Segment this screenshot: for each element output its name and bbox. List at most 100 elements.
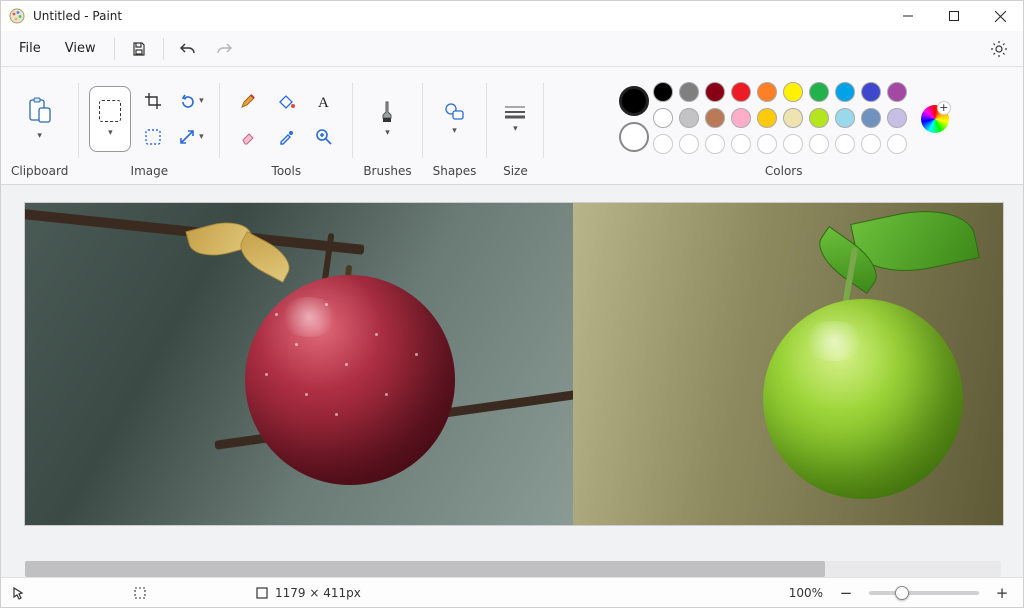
paste-button[interactable]: ▾ <box>19 86 61 152</box>
color-swatch[interactable] <box>809 108 829 128</box>
color-picker-tool[interactable] <box>268 120 304 154</box>
maximize-button[interactable] <box>931 1 977 31</box>
zoom-slider[interactable] <box>869 591 979 595</box>
zoom-in-button[interactable]: + <box>991 584 1013 602</box>
text-tool[interactable]: A <box>306 84 342 118</box>
free-select-button[interactable] <box>135 120 171 154</box>
app-icon <box>9 8 25 24</box>
horizontal-scrollbar[interactable] <box>25 561 1001 577</box>
color-swatch[interactable] <box>679 82 699 102</box>
custom-color-slot[interactable] <box>653 134 673 154</box>
fill-tool[interactable] <box>268 84 304 118</box>
canvas[interactable] <box>25 203 1003 525</box>
shapes-button[interactable]: ▾ <box>437 98 473 140</box>
redo-button[interactable] <box>208 34 240 64</box>
status-cursor-position <box>11 586 121 600</box>
chevron-down-icon: ▾ <box>513 124 518 134</box>
cursor-icon <box>11 586 25 600</box>
window-title: Untitled - Paint <box>33 9 122 23</box>
chevron-down-icon: ▾ <box>108 128 113 138</box>
size-button[interactable]: ▾ <box>497 98 533 140</box>
group-label-shapes: Shapes <box>433 164 477 182</box>
zoom-level: 100% <box>789 586 823 600</box>
color-swatch[interactable] <box>653 108 673 128</box>
group-label-image: Image <box>131 164 169 182</box>
select-rect-icon <box>99 100 121 122</box>
canvas-image-left <box>25 203 573 525</box>
custom-color-slot[interactable] <box>731 134 751 154</box>
close-button[interactable] <box>977 1 1023 31</box>
eraser-tool[interactable] <box>230 120 266 154</box>
select-tool[interactable]: ▾ <box>89 86 131 152</box>
chevron-down-icon: ▾ <box>385 128 390 138</box>
color-swatch[interactable] <box>757 108 777 128</box>
color-1-swatch[interactable] <box>619 86 649 116</box>
color-swatch[interactable] <box>731 82 751 102</box>
chevron-down-icon: ▾ <box>199 132 204 142</box>
edit-colors-button[interactable] <box>921 105 949 133</box>
undo-button[interactable] <box>172 34 204 64</box>
color-swatch[interactable] <box>887 82 907 102</box>
color-swatch[interactable] <box>757 82 777 102</box>
palette-row-custom <box>653 134 909 156</box>
settings-button[interactable] <box>983 34 1015 64</box>
custom-color-slot[interactable] <box>783 134 803 154</box>
workspace <box>1 185 1023 577</box>
group-label-brushes: Brushes <box>363 164 411 182</box>
ribbon: ▾ Clipboard ▾ ▾ <box>1 67 1023 185</box>
palette-row-1 <box>653 82 909 104</box>
color-swatch[interactable] <box>783 82 803 102</box>
save-button[interactable] <box>123 34 155 64</box>
group-image: ▾ ▾ <box>83 73 215 182</box>
canvas-size-icon <box>255 586 269 600</box>
group-label-size: Size <box>503 164 528 182</box>
color-swatch[interactable] <box>861 82 881 102</box>
color-2-swatch[interactable] <box>619 122 649 152</box>
canvas-viewport[interactable] <box>1 185 1023 555</box>
custom-color-slot[interactable] <box>809 134 829 154</box>
menu-separator <box>114 38 115 60</box>
brushes-button[interactable]: ▾ <box>369 98 405 140</box>
chevron-down-icon: ▾ <box>199 96 204 106</box>
menu-bar: File View <box>1 31 1023 67</box>
group-label-tools: Tools <box>272 164 302 182</box>
color-swatch[interactable] <box>809 82 829 102</box>
color-swatch[interactable] <box>731 108 751 128</box>
rotate-button[interactable]: ▾ <box>173 84 209 118</box>
minimize-button[interactable] <box>885 1 931 31</box>
group-tools: A Tools <box>224 73 348 182</box>
selected-colors <box>619 86 649 152</box>
color-swatch[interactable] <box>679 108 699 128</box>
menu-view[interactable]: View <box>55 35 106 62</box>
color-swatch[interactable] <box>835 108 855 128</box>
selection-size-icon <box>133 586 147 600</box>
status-canvas-size: 1179 × 411px <box>255 586 395 600</box>
canvas-image-right <box>573 203 1003 525</box>
svg-text:A: A <box>318 95 329 110</box>
custom-color-slot[interactable] <box>835 134 855 154</box>
color-swatch[interactable] <box>783 108 803 128</box>
custom-color-slot[interactable] <box>757 134 777 154</box>
color-swatch[interactable] <box>861 108 881 128</box>
color-swatch[interactable] <box>705 108 725 128</box>
group-label-clipboard: Clipboard <box>11 164 68 182</box>
zoom-out-button[interactable]: − <box>835 584 857 602</box>
zoom-slider-knob[interactable] <box>895 586 909 600</box>
magnifier-tool[interactable] <box>306 120 342 154</box>
menu-file[interactable]: File <box>9 35 51 62</box>
color-swatch[interactable] <box>653 82 673 102</box>
status-selection-size <box>133 586 243 600</box>
pencil-tool[interactable] <box>230 84 266 118</box>
custom-color-slot[interactable] <box>705 134 725 154</box>
scrollbar-thumb[interactable] <box>25 561 825 577</box>
resize-skew-button[interactable]: ▾ <box>173 120 209 154</box>
custom-color-slot[interactable] <box>679 134 699 154</box>
group-size: ▾ Size <box>491 73 539 182</box>
color-swatch[interactable] <box>887 108 907 128</box>
crop-button[interactable] <box>135 84 171 118</box>
custom-color-slot[interactable] <box>861 134 881 154</box>
title-bar: Untitled - Paint <box>1 1 1023 31</box>
custom-color-slot[interactable] <box>887 134 907 154</box>
color-swatch[interactable] <box>705 82 725 102</box>
color-swatch[interactable] <box>835 82 855 102</box>
